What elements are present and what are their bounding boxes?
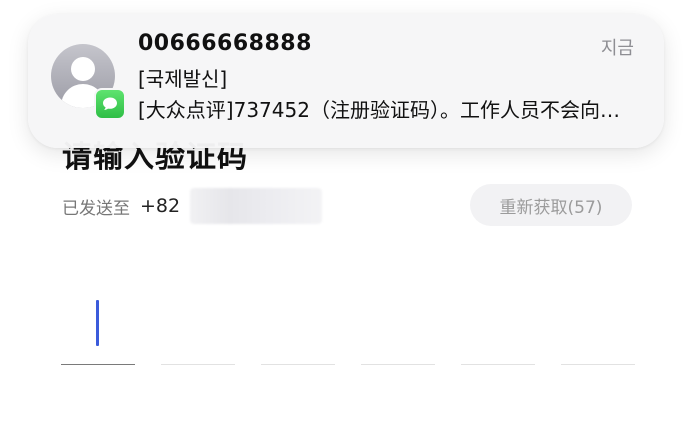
code-digit-2[interactable] <box>161 294 235 365</box>
verification-page: 请输入验证码 已发送至 +82 重新获取(57) 00666668888 지금 … <box>0 0 687 446</box>
country-code: +82 <box>140 195 181 217</box>
code-digit-1[interactable] <box>61 294 135 365</box>
sent-to-label: 已发送至 <box>62 198 130 219</box>
avatar-head <box>71 57 95 81</box>
code-digit-6[interactable] <box>561 294 635 365</box>
notification-subtitle: [국제발신] <box>138 67 228 91</box>
notification-body: [大众点评]737452（注册验证码）。工作人员不会向你索要验证码，请勿泄露 <box>138 98 622 122</box>
notification-sender: 00666668888 <box>138 31 312 56</box>
sms-notification-banner[interactable]: 00666668888 지금 [국제발신] [大众点评]737452（注册验证码… <box>28 14 664 148</box>
sent-to-row: 已发送至 +82 <box>62 188 323 224</box>
resend-code-button[interactable]: 重新获取(57) <box>470 184 632 226</box>
messages-icon <box>94 88 126 120</box>
code-digit-5[interactable] <box>461 294 535 365</box>
notification-time: 지금 <box>600 38 634 59</box>
code-digit-4[interactable] <box>361 294 435 365</box>
code-input-row[interactable] <box>61 294 635 365</box>
text-caret <box>96 300 99 346</box>
code-digit-3[interactable] <box>261 294 335 365</box>
masked-phone-number <box>190 188 323 224</box>
